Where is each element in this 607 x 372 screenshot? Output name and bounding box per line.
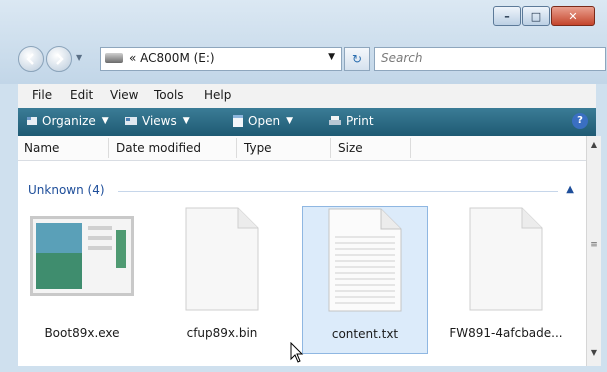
file-item[interactable]: Boot89x.exe — [20, 206, 144, 352]
window-controls: – □ ✕ — [492, 6, 595, 26]
file-name: content.txt — [331, 327, 399, 341]
file-item[interactable]: FW891-4afcbade... — [444, 206, 568, 352]
print-label: Print — [346, 114, 374, 128]
forward-arrow-icon — [56, 53, 64, 65]
menu-tools[interactable]: Tools — [154, 88, 184, 102]
views-icon — [125, 117, 137, 125]
group-header[interactable]: Unknown (4) — [28, 183, 105, 197]
column-divider[interactable] — [330, 138, 331, 158]
open-file-icon — [233, 115, 243, 127]
search-input[interactable]: Search — [374, 47, 606, 71]
blank-file-icon — [185, 207, 259, 311]
views-caret-icon: ▼ — [182, 116, 190, 126]
explorer-window: – □ ✕ ▼ « AC800M (E:) ▼ ↻ Search File Ed… — [0, 0, 607, 372]
views-label: Views — [142, 114, 177, 128]
back-arrow-icon — [26, 53, 34, 65]
window-frame: – □ ✕ ▼ « AC800M (E:) ▼ ↻ Search — [0, 0, 607, 84]
open-caret-icon: ▼ — [286, 116, 293, 126]
file-item[interactable]: cfup89x.bin — [160, 206, 284, 352]
menu-help[interactable]: Help — [204, 88, 231, 102]
command-bar: Organize ▼ Views ▼ Open ▼ Print ? — [18, 108, 596, 136]
organize-label: Organize — [42, 114, 96, 128]
vertical-scrollbar[interactable]: ▲ ≡ ▼ — [586, 136, 601, 366]
file-name: cfup89x.bin — [186, 326, 258, 340]
search-placeholder: Search — [381, 51, 423, 65]
address-dropdown-icon[interactable]: ▼ — [328, 52, 335, 62]
file-list-pane: Name Date modified Type Size Unknown (4)… — [18, 136, 596, 366]
column-divider[interactable] — [236, 138, 237, 158]
printer-icon — [329, 116, 341, 125]
scroll-grip-icon[interactable]: ≡ — [589, 240, 599, 260]
views-button[interactable]: Views ▼ — [124, 114, 190, 128]
column-divider[interactable] — [410, 138, 411, 158]
menu-edit[interactable]: Edit — [70, 88, 93, 102]
menu-view[interactable]: View — [110, 88, 138, 102]
maximize-button[interactable]: □ — [522, 6, 550, 26]
column-type[interactable]: Type — [244, 141, 272, 155]
open-button[interactable]: Open ▼ — [232, 114, 293, 128]
recent-pages-chevron-icon[interactable]: ▼ — [76, 53, 82, 62]
print-button[interactable]: Print — [328, 114, 374, 128]
column-size[interactable]: Size — [338, 141, 363, 155]
drive-icon — [105, 53, 123, 63]
address-bar[interactable]: « AC800M (E:) ▼ — [100, 47, 342, 71]
file-name: Boot89x.exe — [44, 326, 120, 340]
close-button[interactable]: ✕ — [551, 6, 595, 26]
organize-button[interactable]: Organize ▼ — [26, 114, 109, 128]
refresh-icon: ↻ — [351, 52, 363, 66]
close-icon: ✕ — [568, 9, 578, 23]
group-divider — [118, 191, 558, 192]
address-text: « AC800M (E:) — [129, 51, 215, 65]
blank-file-icon — [469, 207, 543, 311]
group-collapse-icon[interactable]: ▲ — [566, 184, 574, 195]
maximize-icon: □ — [530, 9, 542, 23]
file-name: FW891-4afcbade... — [449, 326, 563, 340]
open-label: Open — [248, 114, 281, 128]
text-file-icon — [328, 208, 402, 312]
help-icon[interactable]: ? — [572, 113, 588, 129]
scroll-down-icon[interactable]: ▼ — [587, 346, 601, 360]
navigation-bar: ▼ « AC800M (E:) ▼ ↻ Search — [18, 44, 606, 74]
column-divider[interactable] — [108, 138, 109, 158]
column-name[interactable]: Name — [24, 141, 59, 155]
mouse-cursor-icon — [290, 342, 304, 363]
scroll-up-icon[interactable]: ▲ — [587, 138, 601, 152]
minimize-icon: – — [504, 9, 510, 23]
organize-caret-icon: ▼ — [101, 116, 109, 126]
app-window-icon — [30, 216, 134, 296]
back-button[interactable] — [18, 46, 44, 72]
menu-bar: File Edit View Tools Help — [18, 84, 596, 109]
file-item-selected[interactable]: content.txt — [302, 206, 428, 354]
refresh-button[interactable]: ↻ — [344, 47, 370, 71]
minimize-button[interactable]: – — [493, 6, 521, 26]
menu-file[interactable]: File — [32, 88, 52, 102]
column-date-modified[interactable]: Date modified — [116, 141, 201, 155]
organize-icon — [27, 117, 37, 125]
column-header: Name Date modified Type Size — [18, 136, 586, 161]
forward-button[interactable] — [46, 46, 72, 72]
